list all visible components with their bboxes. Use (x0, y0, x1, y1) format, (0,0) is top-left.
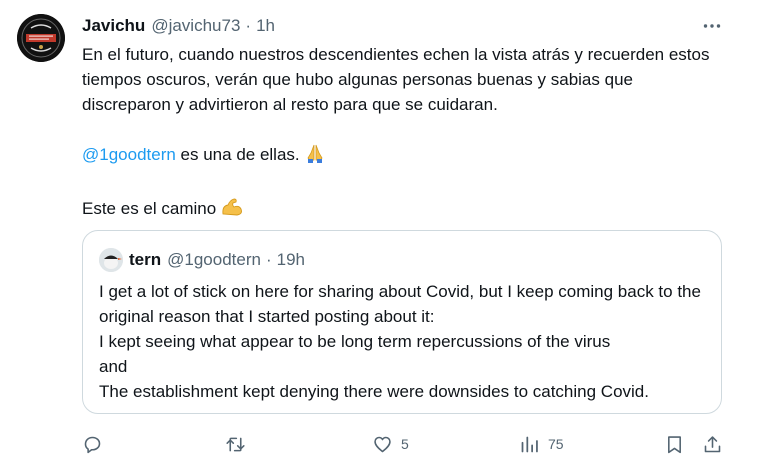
tweet-paragraph: En el futuro, cuando nuestros descendien… (82, 45, 710, 114)
quote-time[interactable]: 19h (277, 250, 305, 270)
share-icon (704, 435, 721, 452)
flexed-biceps-emoji (220, 196, 244, 225)
tweet-time[interactable]: 1h (256, 16, 275, 36)
tweet[interactable]: Javichu @javichu73 · 1h En el futuro, cu… (0, 0, 762, 474)
like-button[interactable]: 5 (372, 432, 409, 456)
tweet-header: Javichu @javichu73 · 1h (82, 15, 275, 37)
views-count: 75 (548, 436, 564, 452)
tweet-text: En el futuro, cuando nuestros descendien… (82, 42, 722, 225)
folded-hands-emoji (304, 142, 326, 171)
author-handle[interactable]: @javichu73 (151, 16, 240, 36)
views-button[interactable]: 75 (519, 432, 564, 456)
quote-line: I kept seeing what appear to be long ter… (99, 332, 611, 351)
quote-author-handle[interactable]: @1goodtern (167, 250, 261, 270)
closing-text: Este es el camino (82, 199, 217, 218)
quote-line: and (99, 357, 128, 376)
action-bar: 5 75 (82, 432, 728, 456)
author-avatar[interactable] (17, 14, 65, 62)
quote-header: tern @1goodtern · 19h (99, 248, 305, 272)
quote-author-name[interactable]: tern (129, 250, 161, 270)
quote-line: The establishment kept denying there wer… (99, 382, 649, 401)
reply-icon (84, 436, 101, 453)
views-icon (521, 436, 538, 452)
heart-icon (374, 436, 391, 452)
tweet-closing-line: Este es el camino (82, 196, 722, 225)
avatar-logo-icon (17, 14, 65, 62)
bookmark-icon (668, 435, 681, 453)
quoted-tweet[interactable]: tern @1goodtern · 19h I get a lot of sti… (82, 230, 722, 414)
separator-dot: · (245, 16, 252, 35)
like-count: 5 (401, 436, 409, 452)
bird-avatar-icon (99, 248, 123, 272)
quote-text: I get a lot of stick on here for sharing… (99, 279, 711, 404)
separator-dot: · (265, 250, 272, 269)
retweet-icon (226, 437, 245, 451)
quote-line: I get a lot of stick on here for sharing… (99, 282, 701, 326)
share-button[interactable] (702, 432, 723, 456)
reply-button[interactable] (82, 432, 111, 456)
more-options-button[interactable] (700, 15, 724, 37)
tweet-mention-line: @1goodtern es una de ellas. (82, 142, 722, 171)
author-name[interactable]: Javichu (82, 16, 145, 36)
mention-text: es una de ellas. (175, 145, 300, 164)
bookmark-button[interactable] (664, 432, 685, 456)
mention-link[interactable]: @1goodtern (82, 145, 176, 164)
quote-author-avatar[interactable] (99, 248, 123, 272)
retweet-button[interactable] (225, 432, 254, 456)
more-dots-icon (703, 24, 721, 28)
